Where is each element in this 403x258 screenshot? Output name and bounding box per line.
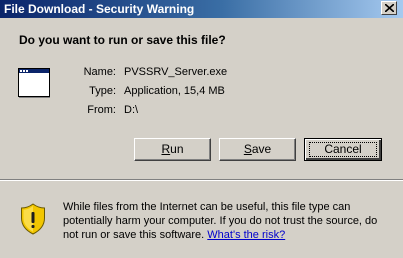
close-icon (385, 4, 394, 12)
title-bar: File Download - Security Warning (0, 0, 403, 18)
save-button-label: Save (244, 142, 271, 156)
separator (0, 179, 403, 181)
file-type-value: Application, 15,4 MB (124, 85, 225, 97)
run-button-label: Run (161, 142, 183, 156)
file-name-label-box: Name: (40, 66, 116, 80)
file-name-label: Name: (83, 66, 116, 78)
file-type-label-box: Type: (40, 85, 116, 99)
close-button[interactable] (381, 1, 397, 15)
file-from-label: From: (87, 104, 116, 116)
save-label-rest: ave (251, 142, 272, 156)
cancel-button[interactable]: Cancel (304, 138, 382, 161)
window-title: File Download - Security Warning (4, 2, 195, 16)
file-from-value: D:\ (124, 104, 139, 116)
file-type-label: Type: (89, 85, 116, 97)
cancel-button-label: Cancel (324, 142, 362, 156)
run-accelerator: R (161, 142, 171, 156)
run-button[interactable]: Run (134, 138, 211, 161)
file-name-value: PVSSRV_Server.exe (124, 66, 228, 78)
security-shield-warning-icon (21, 203, 45, 235)
file-from-label-box: From: (40, 104, 116, 118)
save-button[interactable]: Save (219, 138, 296, 161)
run-label-rest: un (170, 142, 184, 156)
whats-the-risk-link[interactable]: What's the risk? (207, 229, 285, 241)
save-accelerator: S (243, 142, 252, 156)
dialog-question: Do you want to run or save this file? (19, 33, 226, 47)
security-warning-text: While files from the Internet can be use… (63, 200, 393, 242)
